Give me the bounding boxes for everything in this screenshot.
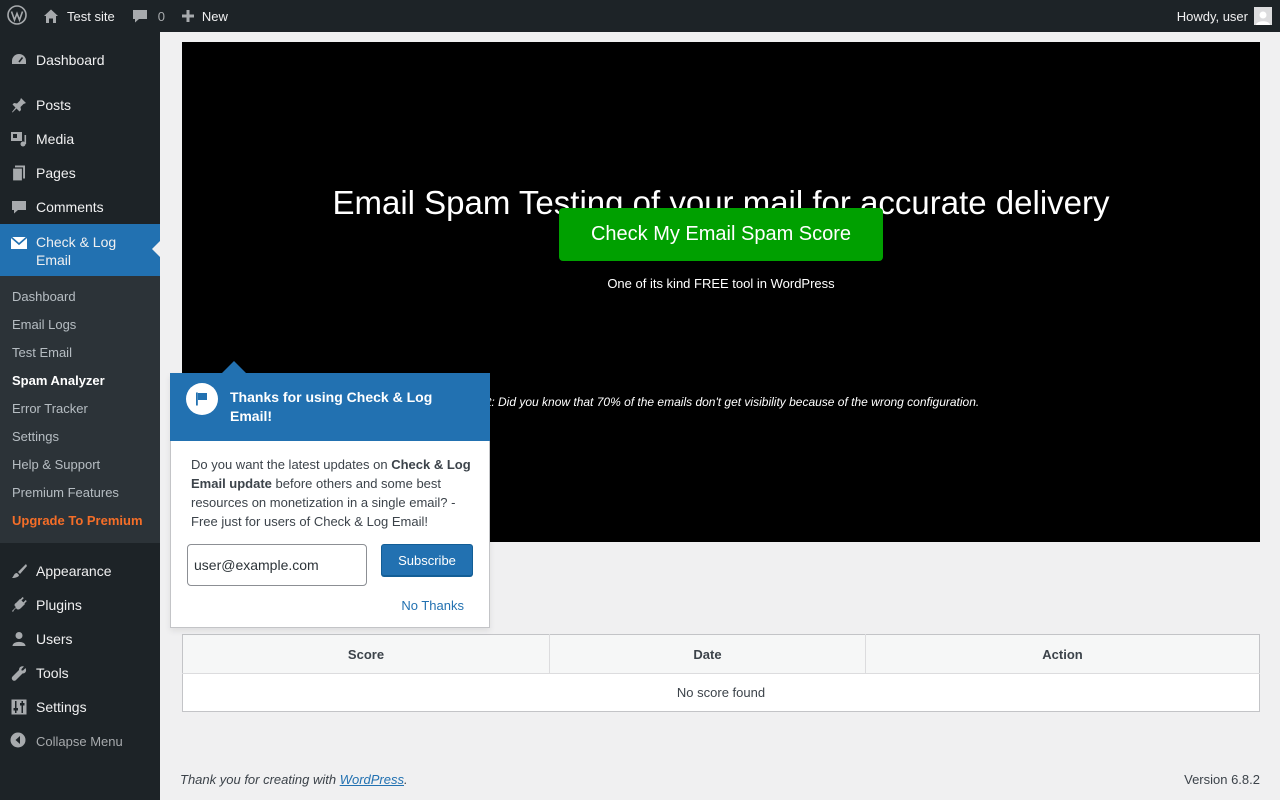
- site-name: Test site: [67, 8, 115, 24]
- check-spam-score-button[interactable]: Check My Email Spam Score: [559, 208, 883, 261]
- home-icon: [42, 7, 60, 25]
- comments-menu[interactable]: 0: [123, 0, 173, 32]
- subscribe-button[interactable]: Subscribe: [381, 544, 473, 576]
- admin-bar: Test site 0 New Howdy, user: [0, 0, 1280, 32]
- collapse-menu-button[interactable]: Collapse Menu: [0, 724, 160, 758]
- submenu-email-logs[interactable]: Email Logs: [0, 311, 160, 339]
- popup-header: Thanks for using Check & Log Email!: [170, 373, 490, 441]
- plug-icon: [10, 595, 28, 615]
- banner-fact: ct: Did you know that 70% of the emails …: [482, 395, 980, 409]
- popup-title: Thanks for using Check & Log Email!: [230, 389, 433, 424]
- menu-settings[interactable]: Settings: [0, 690, 160, 724]
- menu-pages[interactable]: Pages: [0, 156, 160, 190]
- submenu-error-tracker[interactable]: Error Tracker: [0, 395, 160, 423]
- email-field[interactable]: [187, 544, 367, 586]
- settings-sliders-icon: [10, 697, 28, 717]
- menu-check-log-email[interactable]: Check & Log Email: [0, 224, 160, 276]
- pages-icon: [10, 163, 28, 183]
- submenu-help-support[interactable]: Help & Support: [0, 451, 160, 479]
- admin-sidebar: Dashboard Posts Media Pages Comments Che…: [0, 32, 160, 800]
- menu-tools[interactable]: Tools: [0, 656, 160, 690]
- avatar: [1254, 7, 1272, 25]
- wrench-icon: [10, 663, 28, 683]
- comment-bubble-icon: [131, 7, 149, 25]
- popup-body: Do you want the latest updates on Check …: [191, 457, 471, 529]
- submenu-spam-analyzer[interactable]: Spam Analyzer: [0, 367, 160, 395]
- menu-appearance[interactable]: Appearance: [0, 554, 160, 588]
- plugin-submenu: Dashboard Email Logs Test Email Spam Ana…: [0, 276, 160, 543]
- media-icon: [10, 129, 28, 149]
- wordpress-logo-menu[interactable]: [0, 0, 34, 32]
- flag-icon: [186, 383, 218, 415]
- no-thanks-link[interactable]: No Thanks: [401, 598, 464, 613]
- comments-count: 0: [157, 8, 165, 24]
- column-date: Date: [549, 634, 866, 674]
- site-name-menu[interactable]: Test site: [34, 0, 123, 32]
- menu-posts[interactable]: Posts: [0, 88, 160, 122]
- submenu-dashboard[interactable]: Dashboard: [0, 283, 160, 311]
- table-row: No score found: [183, 674, 1260, 712]
- footer-thanks: Thank you for creating with WordPress.: [180, 772, 408, 787]
- pushpin-icon: [10, 95, 28, 115]
- submenu-upgrade-premium[interactable]: Upgrade To Premium: [0, 507, 160, 535]
- menu-media[interactable]: Media: [0, 122, 160, 156]
- column-action: Action: [865, 634, 1260, 674]
- score-table: Score Date Action No score found: [182, 634, 1260, 712]
- banner-subtitle: One of its kind FREE tool in WordPress: [607, 276, 835, 291]
- my-account-menu[interactable]: Howdy, user: [1169, 0, 1280, 32]
- paintbrush-icon: [10, 561, 28, 581]
- submenu-test-email[interactable]: Test Email: [0, 339, 160, 367]
- menu-plugins[interactable]: Plugins: [0, 588, 160, 622]
- submenu-settings[interactable]: Settings: [0, 423, 160, 451]
- dashboard-gauge-icon: [10, 50, 28, 70]
- wordpress-link[interactable]: WordPress: [340, 772, 404, 787]
- collapse-arrow-icon: [10, 732, 28, 750]
- wordpress-icon: [7, 4, 27, 28]
- column-score: Score: [182, 634, 550, 674]
- envelope-icon: [10, 233, 28, 253]
- menu-users[interactable]: Users: [0, 622, 160, 656]
- plus-icon: [181, 9, 195, 23]
- comment-bubble-icon: [10, 197, 28, 217]
- footer-version: Version 6.8.2: [1184, 772, 1260, 787]
- user-icon: [10, 629, 28, 649]
- menu-comments[interactable]: Comments: [0, 190, 160, 224]
- new-label: New: [201, 8, 228, 24]
- submenu-premium-features[interactable]: Premium Features: [0, 479, 160, 507]
- current-menu-arrow: [152, 241, 160, 257]
- howdy-text: Howdy, user: [1176, 8, 1248, 24]
- subscribe-popup: Thanks for using Check & Log Email! Do y…: [170, 361, 490, 628]
- new-content-menu[interactable]: New: [173, 0, 236, 32]
- menu-dashboard[interactable]: Dashboard: [0, 43, 160, 77]
- empty-message: No score found: [676, 685, 766, 700]
